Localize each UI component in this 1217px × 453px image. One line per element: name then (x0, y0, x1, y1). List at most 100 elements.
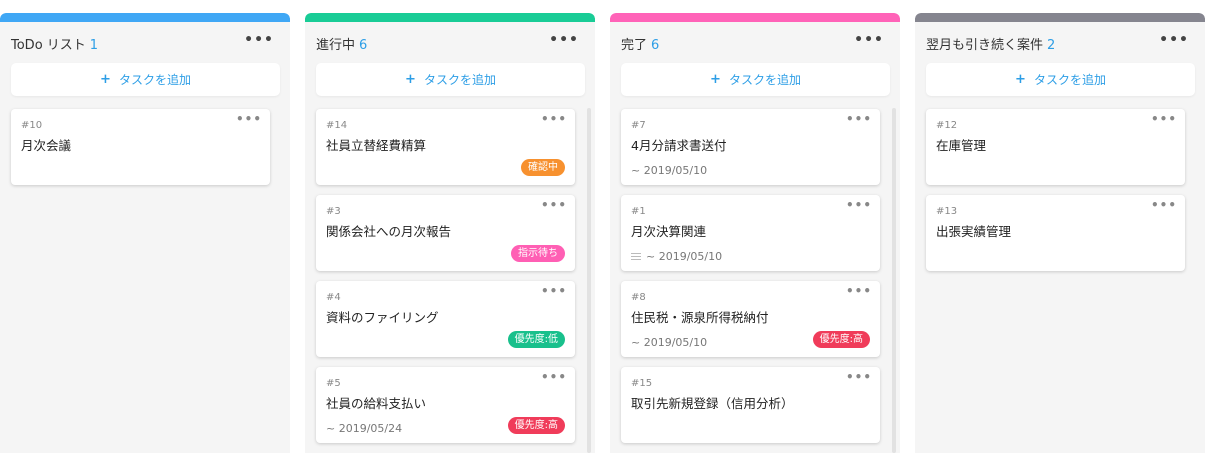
add-task-label: タスクを追加 (423, 73, 496, 87)
status-badge: 指示待ち (511, 245, 565, 262)
column-header: ToDo リスト 1 ••• (0, 22, 290, 63)
add-task-button[interactable]: + タスクを追加 (11, 63, 280, 96)
task-card[interactable]: #15 取引先新規登録（信用分析） ••• (621, 367, 880, 443)
task-number: #15 (631, 378, 653, 389)
column-more-icon[interactable]: ••• (549, 32, 579, 48)
task-number: #13 (936, 206, 958, 217)
card-more-icon[interactable]: ••• (541, 284, 567, 298)
task-card[interactable]: #7 4月分請求書送付 ••• ~ 2019/05/10 (621, 109, 880, 185)
add-task-button[interactable]: + タスクを追加 (621, 63, 890, 96)
task-title: 月次会議 (21, 138, 72, 153)
task-card[interactable]: #5 社員の給料支払い ••• ~ 2019/05/24 優先度:高 (316, 367, 575, 443)
task-number: #8 (631, 292, 646, 303)
column-task-count: 1 (89, 38, 99, 53)
task-title: 出張実績管理 (936, 224, 1012, 239)
card-more-icon[interactable]: ••• (1151, 112, 1177, 126)
task-title: 資料のファイリング (326, 310, 439, 325)
card-more-icon[interactable]: ••• (846, 198, 872, 212)
column-title-text: 完了 (621, 38, 648, 53)
column-title: 進行中 6 (316, 34, 367, 53)
status-badge: 確認中 (521, 159, 565, 176)
column-task-count: 2 (1047, 38, 1056, 53)
task-number: #10 (21, 120, 43, 131)
add-task-label: タスクを追加 (118, 73, 191, 87)
column-title-text: ToDo リスト (11, 38, 86, 53)
task-title: 社員立替経費精算 (326, 138, 427, 153)
column-2: 進行中 6 ••• + タスクを追加 #14 社員立替経費精算 ••• 確認中 #3 関係会社への月… (305, 13, 595, 453)
column-color-bar (305, 13, 595, 22)
task-number: #5 (326, 378, 341, 389)
checklist-icon (631, 252, 641, 261)
column-more-icon[interactable]: ••• (1159, 32, 1189, 48)
column-header: 完了 6 ••• (610, 22, 900, 63)
column-task-count: 6 (651, 38, 660, 53)
task-due-date: ~ 2019/05/10 (631, 164, 707, 177)
task-card[interactable]: #4 資料のファイリング ••• 優先度:低 (316, 281, 575, 357)
task-number: #14 (326, 120, 348, 131)
task-title: 在庫管理 (936, 138, 987, 153)
card-more-icon[interactable]: ••• (541, 198, 567, 212)
column-header: 翌月も引き続く案件 2 ••• (915, 22, 1205, 63)
status-badge: 優先度:低 (507, 331, 565, 348)
plus-icon: + (100, 72, 111, 87)
task-due-date-text: ~ 2019/05/10 (631, 164, 708, 177)
task-due-date-text: ~ 2019/05/24 (326, 422, 403, 435)
task-card[interactable]: #8 住民税・源泉所得税納付 ••• ~ 2019/05/10 優先度:高 (621, 281, 880, 357)
column-scrollbar[interactable] (587, 108, 591, 453)
card-more-icon[interactable]: ••• (541, 370, 567, 384)
column-more-icon[interactable]: ••• (244, 32, 274, 48)
task-due-date: ~ 2019/05/10 (631, 336, 707, 349)
add-task-button[interactable]: + タスクを追加 (316, 63, 585, 96)
column-title-text: 進行中 (316, 38, 356, 53)
column-task-count: 6 (359, 38, 368, 53)
task-due-date-text: ~ 2019/05/10 (631, 336, 708, 349)
task-card[interactable]: #13 出張実績管理 ••• (926, 195, 1185, 271)
column-more-icon[interactable]: ••• (854, 32, 884, 48)
task-due-date: ~ 2019/05/10 (631, 250, 722, 263)
plus-icon: + (710, 72, 721, 87)
column-1: ToDo リスト 1 ••• + タスクを追加 #10 月次会議 ••• (0, 13, 290, 453)
task-title: 月次決算関連 (631, 224, 707, 239)
column-color-bar (0, 13, 290, 22)
task-number: #1 (631, 206, 646, 217)
column-title-text: 翌月も引き続く案件 (926, 38, 1044, 53)
task-due-date-text: ~ 2019/05/10 (646, 250, 723, 263)
status-badge: 優先度:高 (507, 417, 565, 434)
column-color-bar (915, 13, 1205, 22)
column-4: 翌月も引き続く案件 2 ••• + タスクを追加 #12 在庫管理 ••• #13 出張実績管理 •… (915, 13, 1205, 453)
task-title: 4月分請求書送付 (631, 138, 727, 153)
column-3: 完了 6 ••• + タスクを追加 #7 4月分請求書送付 ••• ~ 2019/05/10 #1… (610, 13, 900, 453)
card-more-icon[interactable]: ••• (236, 112, 262, 126)
plus-icon: + (405, 72, 416, 87)
task-title: 社員の給料支払い (326, 396, 427, 411)
column-title: ToDo リスト 1 (11, 34, 98, 53)
task-due-date: ~ 2019/05/24 (326, 422, 402, 435)
card-more-icon[interactable]: ••• (541, 112, 567, 126)
task-title: 住民税・源泉所得税納付 (631, 310, 769, 325)
task-card[interactable]: #1 月次決算関連 ••• ~ 2019/05/10 (621, 195, 880, 271)
card-more-icon[interactable]: ••• (846, 112, 872, 126)
task-number: #12 (936, 120, 958, 131)
task-number: #7 (631, 120, 646, 131)
task-card[interactable]: #3 関係会社への月次報告 ••• 指示待ち (316, 195, 575, 271)
task-number: #4 (326, 292, 341, 303)
task-number: #3 (326, 206, 341, 217)
add-task-label: タスクを追加 (728, 73, 801, 87)
card-more-icon[interactable]: ••• (846, 284, 872, 298)
add-task-label: タスクを追加 (1033, 73, 1106, 87)
column-title: 翌月も引き続く案件 2 (926, 34, 1055, 53)
column-header: 進行中 6 ••• (305, 22, 595, 63)
plus-icon: + (1015, 72, 1026, 87)
card-more-icon[interactable]: ••• (1151, 198, 1177, 212)
task-card[interactable]: #14 社員立替経費精算 ••• 確認中 (316, 109, 575, 185)
column-title: 完了 6 (621, 34, 659, 53)
task-card[interactable]: #10 月次会議 ••• (11, 109, 270, 185)
add-task-button[interactable]: + タスクを追加 (926, 63, 1195, 96)
task-title: 関係会社への月次報告 (326, 224, 452, 239)
task-title: 取引先新規登録（信用分析） (631, 396, 794, 411)
status-badge: 優先度:高 (812, 331, 870, 348)
column-color-bar (610, 13, 900, 22)
column-scrollbar[interactable] (892, 108, 896, 453)
task-card[interactable]: #12 在庫管理 ••• (926, 109, 1185, 185)
card-more-icon[interactable]: ••• (846, 370, 872, 384)
